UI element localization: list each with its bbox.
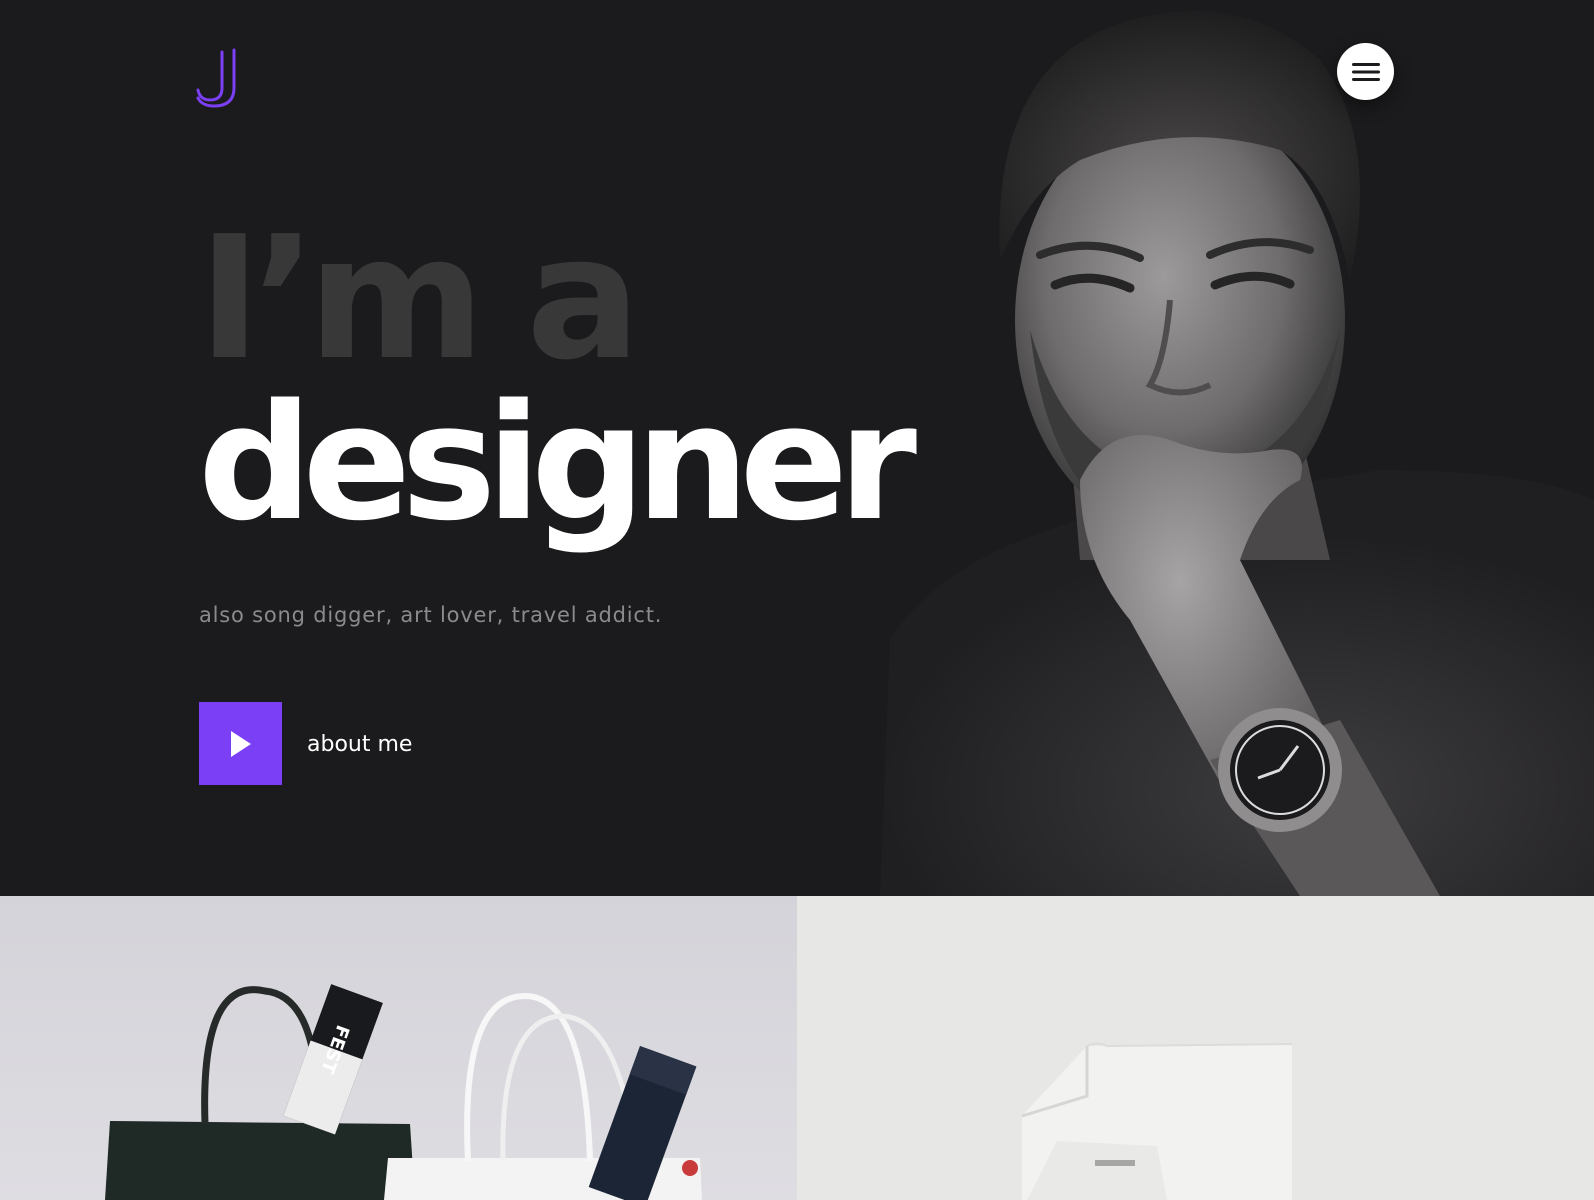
portfolio-tile-carton[interactable] [797,896,1594,1200]
hamburger-menu-icon [1352,63,1380,81]
about-me-link[interactable]: about me [307,730,412,760]
headline-line-2: designer [198,369,917,556]
hero-section: I’m a designer also song digger, art lov… [0,0,1594,896]
portfolio-tile-bags[interactable]: FEST [0,896,797,1200]
about-play-button[interactable] [199,702,282,785]
play-icon [231,731,251,757]
menu-button[interactable] [1337,43,1394,100]
carton-package-photo [797,896,1594,1200]
portrait-photo [880,11,1594,896]
j-monogram-logo[interactable] [196,48,248,108]
tagline: also song digger, art lover, travel addi… [199,603,663,627]
headline-line-1: I’m a [198,200,641,398]
shopping-bags-photo: FEST [0,896,797,1200]
